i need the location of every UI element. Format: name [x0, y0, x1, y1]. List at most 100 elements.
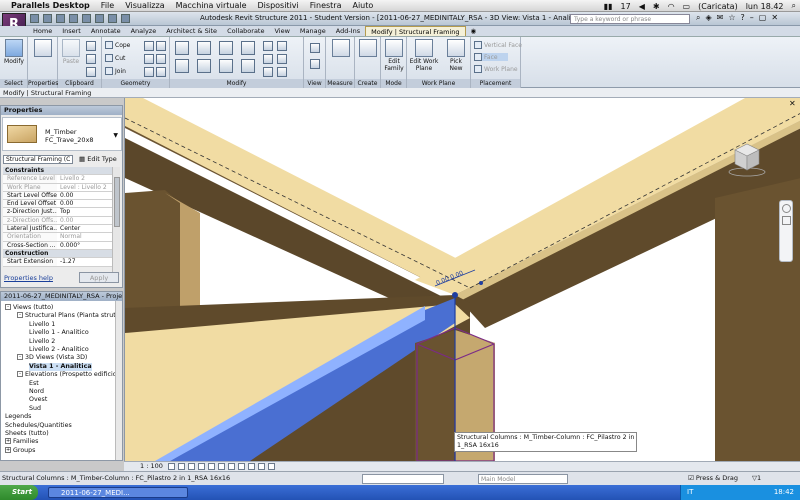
browser-item[interactable]: - Structural Plans (Pianta struttu [17, 312, 122, 320]
hide-in-view-icon[interactable] [310, 43, 320, 53]
unpin-icon[interactable] [277, 54, 287, 64]
tab-analyze[interactable]: Analyze [126, 26, 162, 36]
search-icon[interactable]: ⌕ [696, 13, 700, 23]
taskbar-revit-app[interactable]: 2011-06-27_MEDI... [48, 487, 188, 498]
start-button[interactable]: Start [0, 485, 38, 500]
browser-item[interactable]: -3D Views (Vista 3D) [17, 354, 87, 362]
edit-family-button[interactable]: Edit Family [382, 39, 406, 72]
3d-viewport[interactable]: 0.00 0.00 ✕ Structural Columns : M_Timbe… [124, 98, 800, 461]
selection-filter[interactable]: ▽1 [752, 472, 761, 485]
create-button[interactable] [358, 39, 378, 58]
pin-icon[interactable] [277, 41, 287, 51]
render-icon[interactable] [208, 463, 215, 470]
menu-file[interactable]: File [101, 1, 114, 10]
view-scale[interactable]: 1 : 100 [140, 462, 163, 471]
design-options-dropdown[interactable]: Main Model [478, 474, 568, 484]
override-graphics-icon[interactable] [310, 59, 320, 69]
vertical-face-button[interactable]: Vertical Face [474, 41, 522, 49]
move-icon[interactable] [175, 59, 189, 73]
language-indicator[interactable]: IT [687, 488, 693, 496]
battery-icon[interactable]: ▭ [683, 2, 691, 11]
browser-item[interactable]: Nord [29, 388, 44, 396]
clock[interactable]: lun 18.42 [746, 2, 784, 11]
close-view-icon[interactable]: ✕ [789, 99, 796, 108]
browser-item[interactable]: Legends [5, 413, 31, 421]
property-value[interactable]: 0.00 [57, 200, 112, 208]
collapse-icon[interactable]: - [17, 371, 23, 378]
tab-home[interactable]: Home [28, 26, 57, 36]
array-icon[interactable] [263, 54, 273, 64]
joint-handle[interactable] [452, 292, 458, 298]
property-section[interactable]: Constraints [3, 167, 112, 176]
scrollbar-thumb[interactable] [114, 177, 120, 227]
redo-icon[interactable] [69, 14, 78, 23]
measure-button[interactable] [330, 39, 352, 58]
align-icon[interactable] [175, 41, 189, 55]
open-icon[interactable] [30, 14, 39, 23]
3d-view-icon[interactable] [121, 14, 130, 23]
browser-item[interactable]: Schedules/Quantities [5, 422, 72, 430]
print-icon[interactable] [82, 14, 91, 23]
tab-modify-structural-framing[interactable]: Modify | Structural Framing [365, 26, 466, 36]
collapse-icon[interactable]: - [5, 304, 11, 310]
grip-handle[interactable] [479, 281, 483, 285]
tab-architect-site[interactable]: Architect & Site [161, 26, 222, 36]
steering-wheel-icon[interactable] [781, 204, 791, 213]
menu-app-name[interactable]: Parallels Desktop [11, 1, 90, 10]
scale-icon[interactable] [263, 67, 273, 77]
browser-scrollbar[interactable] [115, 301, 122, 460]
paste-button[interactable]: Paste [60, 39, 82, 65]
visual-style-icon[interactable] [178, 463, 185, 470]
trim-icon[interactable] [241, 59, 255, 73]
reveal-hidden-icon[interactable] [258, 463, 265, 470]
rotate-icon[interactable] [219, 59, 233, 73]
parallels-icon[interactable]: ▮▮ [604, 2, 613, 11]
measure-icon[interactable] [95, 14, 104, 23]
browser-item[interactable]: - Views (tutto) [5, 304, 53, 312]
battery-status[interactable]: (Caricata) [698, 2, 738, 11]
calendar-badge[interactable]: 17 [621, 2, 631, 11]
sun-path-icon[interactable] [188, 463, 195, 470]
cope-button[interactable]: Cope [105, 41, 130, 49]
save-icon[interactable] [43, 14, 52, 23]
communication-icon[interactable]: ✉ [717, 13, 724, 23]
edit-work-plane-button[interactable]: Edit Work Plane [409, 39, 439, 72]
ribbon-toggle-icon[interactable]: ◉ [466, 26, 482, 36]
model-canvas[interactable]: 0.00 0.00 [125, 98, 800, 461]
favorites-icon[interactable]: ☆ [728, 13, 735, 23]
type-selector[interactable]: M_Timber FC_Trave_20x8 ▼ [2, 117, 122, 151]
subscription-icon[interactable]: ◈ [705, 13, 711, 23]
remove-paint-icon[interactable] [156, 67, 166, 77]
properties-button[interactable] [31, 39, 55, 58]
tab-insert[interactable]: Insert [57, 26, 86, 36]
tab-add-ins[interactable]: Add-Ins [331, 26, 365, 36]
expand-icon[interactable]: + [5, 446, 11, 453]
wall-joins-icon[interactable] [156, 54, 166, 64]
copy-icon[interactable] [86, 54, 96, 64]
temporary-hide-icon[interactable] [248, 463, 255, 470]
match-type-icon[interactable] [86, 67, 96, 77]
delete-icon[interactable] [277, 67, 287, 77]
browser-item[interactable]: Ovest [29, 396, 47, 404]
split-face-icon[interactable] [144, 41, 154, 51]
browser-item[interactable]: + Groups [5, 446, 35, 455]
browser-item[interactable]: - Elevations (Prospetto edificio) [17, 371, 119, 379]
instance-filter-dropdown[interactable]: Structural Framing (C [3, 155, 73, 164]
browser-item[interactable]: Sud [29, 405, 41, 413]
menu-finestra[interactable]: Finestra [310, 1, 342, 10]
property-value[interactable]: 0.000° [57, 241, 112, 249]
properties-help-link[interactable]: Properties help [4, 274, 53, 282]
shadows-icon[interactable] [198, 463, 205, 470]
collapse-icon[interactable]: - [17, 312, 23, 319]
browser-item[interactable]: Livello 2 [29, 338, 55, 346]
browser-item[interactable]: Vista 1 - Analitica [29, 362, 92, 371]
beam-join-icon[interactable] [144, 67, 154, 77]
restore-icon[interactable]: ▢ [759, 13, 767, 23]
split-icon[interactable] [263, 41, 273, 51]
press-drag-toggle[interactable]: ☑ Press & Drag [688, 472, 738, 485]
volume-icon[interactable]: ◀ [639, 2, 645, 11]
join-button[interactable]: Join [105, 67, 126, 75]
property-section[interactable]: Construction [3, 249, 112, 259]
detail-level-icon[interactable] [168, 463, 175, 470]
cut-icon[interactable] [86, 41, 96, 51]
